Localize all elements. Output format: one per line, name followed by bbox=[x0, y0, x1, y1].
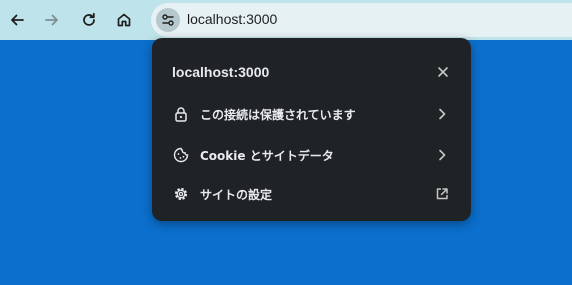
gear-icon bbox=[172, 185, 190, 203]
chevron-right-icon bbox=[433, 105, 451, 123]
address-bar[interactable]: localhost:3000 bbox=[151, 3, 572, 37]
back-button[interactable] bbox=[2, 5, 32, 35]
back-arrow-icon bbox=[11, 14, 24, 26]
site-info-button[interactable] bbox=[156, 8, 180, 32]
close-button[interactable] bbox=[433, 62, 453, 82]
url-text[interactable]: localhost:3000 bbox=[187, 11, 277, 27]
site-info-popup: localhost:3000 この接続は保護されています Cookie とサイト… bbox=[152, 38, 471, 221]
open-in-new-icon bbox=[433, 185, 451, 203]
site-settings-item[interactable]: サイトの設定 bbox=[152, 175, 471, 213]
lock-icon bbox=[172, 105, 190, 123]
reload-button[interactable] bbox=[74, 5, 104, 35]
cookies-site-data-label: Cookie とサイトデータ bbox=[200, 149, 334, 163]
browser-window: localhost:3000 localhost:3000 この接続は保護されて… bbox=[0, 0, 572, 285]
tune-icon bbox=[162, 14, 174, 26]
forward-arrow-icon bbox=[45, 14, 58, 26]
home-icon bbox=[117, 13, 131, 27]
popup-title: localhost:3000 bbox=[172, 64, 270, 80]
close-icon bbox=[438, 67, 448, 77]
chevron-right-icon bbox=[433, 146, 451, 164]
reload-icon bbox=[83, 12, 95, 26]
connection-secure-label: この接続は保護されています bbox=[200, 108, 356, 122]
home-button[interactable] bbox=[109, 5, 139, 35]
browser-toolbar: localhost:3000 bbox=[0, 0, 572, 40]
cookies-site-data-item[interactable]: Cookie とサイトデータ bbox=[152, 136, 471, 174]
connection-secure-item[interactable]: この接続は保護されています bbox=[152, 95, 471, 133]
cookie-icon bbox=[172, 146, 190, 164]
forward-button[interactable] bbox=[37, 5, 67, 35]
site-settings-label: サイトの設定 bbox=[200, 188, 273, 202]
